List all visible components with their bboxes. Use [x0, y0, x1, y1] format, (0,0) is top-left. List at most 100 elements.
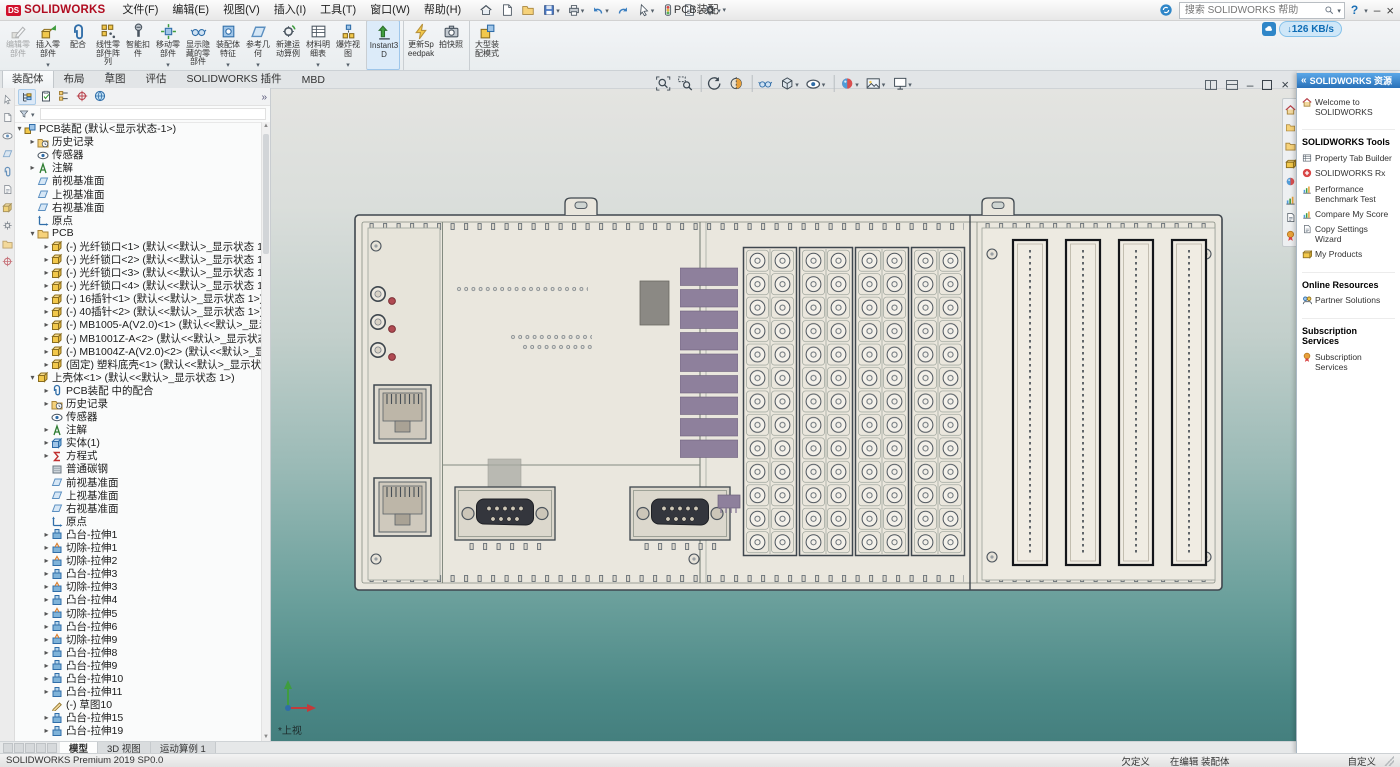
tree-item[interactable]: PCB: [15, 227, 262, 240]
ribbon-button[interactable]: 装配体特征: [213, 20, 243, 70]
tree-item[interactable]: (-) 光纤锁口<1> (默认<<默认>_显示状态 1>): [15, 240, 262, 253]
help-icon[interactable]: [1351, 3, 1358, 17]
menu-item[interactable]: 窗口(W): [363, 0, 417, 20]
expand-arrow-icon[interactable]: [28, 163, 37, 172]
expand-arrow-icon[interactable]: [42, 648, 51, 657]
expand-arrow-icon[interactable]: [42, 386, 51, 395]
featuremanager-tab[interactable]: [74, 89, 90, 105]
tree-item[interactable]: 前视基准面: [15, 476, 262, 489]
pcb-assembly-model[interactable]: [270, 88, 1297, 742]
quickbar-button[interactable]: [476, 2, 496, 18]
expand-arrow-icon[interactable]: [42, 687, 51, 696]
ribbon-button[interactable]: 插入零部件: [33, 20, 63, 70]
tree-item[interactable]: 注解: [15, 161, 262, 174]
minimize-icon[interactable]: [1374, 3, 1381, 17]
graphics-area[interactable]: *上视: [270, 88, 1297, 742]
tree-item[interactable]: PCB装配 中的配合: [15, 384, 262, 397]
tree-item[interactable]: PCB装配 (默认<显示状态-1>): [15, 122, 262, 135]
tree-item[interactable]: (固定) 塑料底壳<1> (默认<<默认>_显示状态 1>): [15, 358, 262, 371]
expand-arrow-icon[interactable]: [42, 726, 51, 735]
taskpane-tab-icon[interactable]: [1285, 104, 1296, 115]
tree-item[interactable]: 切除-拉伸2: [15, 554, 262, 567]
ribbon-button[interactable]: 新建运动算例: [273, 20, 303, 70]
taskpane-item[interactable]: Welcome to SOLIDWORKS: [1302, 97, 1395, 117]
expand-arrow-icon[interactable]: [42, 609, 51, 618]
chevron-down-icon[interactable]: [1337, 4, 1341, 16]
expand-arrow-icon[interactable]: [42, 242, 51, 251]
tree-item[interactable]: 实体(1): [15, 436, 262, 449]
side-toolbar-icon[interactable]: [2, 94, 13, 105]
expand-arrow-icon[interactable]: [42, 294, 51, 303]
expand-arrow-icon[interactable]: [42, 582, 51, 591]
tree-item[interactable]: 切除-拉伸9: [15, 633, 262, 646]
tree-item[interactable]: 切除-拉伸3: [15, 580, 262, 593]
expand-arrow-icon[interactable]: [15, 124, 24, 133]
quickbar-button[interactable]: [564, 2, 588, 18]
quickbar-button[interactable]: [539, 2, 563, 18]
ribbon-button[interactable]: 配合: [63, 20, 93, 70]
menu-item[interactable]: 文件(F): [115, 0, 165, 20]
tree-item[interactable]: 注解: [15, 423, 262, 436]
tree-item[interactable]: 凸台-拉伸1: [15, 528, 262, 541]
viewport-tool-button[interactable]: [805, 75, 827, 92]
ribbon-button[interactable]: 拍快照: [436, 20, 466, 70]
taskpane-item[interactable]: Property Tab Builder: [1302, 153, 1395, 163]
quickbar-button[interactable]: [518, 2, 538, 18]
viewport-tool-button[interactable]: [751, 75, 773, 92]
expand-arrow-icon[interactable]: [42, 438, 51, 447]
expand-arrow-icon[interactable]: [42, 569, 51, 578]
tree-item[interactable]: 凸台-拉伸6: [15, 620, 262, 633]
chevron-down-icon[interactable]: [723, 0, 727, 21]
close-icon[interactable]: [1386, 3, 1394, 18]
quickbar-button[interactable]: [634, 2, 658, 18]
ribbon-button[interactable]: 更新Speedpak: [403, 20, 436, 70]
search-icon[interactable]: [1324, 5, 1334, 15]
ribbon-button[interactable]: 材料明细表: [303, 20, 333, 70]
commandmanager-tab[interactable]: SOLIDWORKS 插件: [177, 68, 292, 88]
window-maximize-icon[interactable]: [1262, 80, 1272, 90]
taskpane-tab-icon[interactable]: [1285, 230, 1296, 241]
taskpane-item[interactable]: Performance Benchmark Test: [1302, 184, 1395, 204]
customize-link[interactable]: 自定义: [1347, 754, 1376, 767]
quickbar-button[interactable]: [497, 2, 517, 18]
expand-arrow-icon[interactable]: [42, 399, 51, 408]
tile-view-icon[interactable]: [1226, 80, 1238, 90]
featuremanager-tab[interactable]: [56, 89, 72, 105]
tree-item[interactable]: (-) 光纤锁口<4> (默认<<默认>_显示状态 1>): [15, 279, 262, 292]
featuremanager-tab[interactable]: [92, 89, 108, 105]
side-toolbar-icon[interactable]: [2, 148, 13, 159]
expand-arrow-icon[interactable]: [42, 307, 51, 316]
tree-item[interactable]: 凸台-拉伸15: [15, 711, 262, 724]
tree-scrollbar[interactable]: [261, 122, 270, 742]
tab-scroll-button[interactable]: [47, 743, 57, 753]
tree-item[interactable]: 传感器: [15, 410, 262, 423]
expand-arrow-icon[interactable]: [42, 451, 51, 460]
taskpane-item[interactable]: My Products: [1302, 249, 1395, 259]
commandmanager-tab[interactable]: 布局: [54, 68, 95, 88]
expand-arrow-icon[interactable]: [42, 635, 51, 644]
taskpane-item[interactable]: Partner Solutions: [1302, 295, 1395, 305]
commandmanager-tab[interactable]: 草图: [95, 68, 136, 88]
tree-item[interactable]: 方程式: [15, 449, 262, 462]
viewport-tool-button[interactable]: [778, 75, 800, 92]
tab-scroll-button[interactable]: [3, 743, 13, 753]
expand-arrow-icon[interactable]: [42, 674, 51, 683]
expand-arrow-icon[interactable]: [42, 360, 51, 369]
tree-item[interactable]: (-) MB1001Z-A<2> (默认<<默认>_显示状态 1>): [15, 332, 262, 345]
quickbar-button[interactable]: [613, 2, 633, 18]
ribbon-button[interactable]: Instant3D: [366, 20, 400, 70]
viewport-tool-button[interactable]: [700, 75, 722, 92]
search-input[interactable]: [1183, 4, 1321, 17]
expand-arrow-icon[interactable]: [42, 268, 51, 277]
side-toolbar-icon[interactable]: [2, 202, 13, 213]
expand-arrow-icon[interactable]: [42, 530, 51, 539]
tree-item[interactable]: 右视基准面: [15, 201, 262, 214]
tree-item[interactable]: 右视基准面: [15, 502, 262, 515]
taskpane-tab-icon[interactable]: [1285, 194, 1296, 205]
viewport-tool-button[interactable]: [676, 75, 693, 92]
viewport-tool-button[interactable]: [865, 75, 887, 92]
tree-item[interactable]: 凸台-拉伸4: [15, 593, 262, 606]
expand-arrow-icon[interactable]: [28, 229, 37, 238]
ribbon-button[interactable]: 编辑零部件: [3, 20, 33, 70]
expand-arrow-icon[interactable]: [42, 255, 51, 264]
